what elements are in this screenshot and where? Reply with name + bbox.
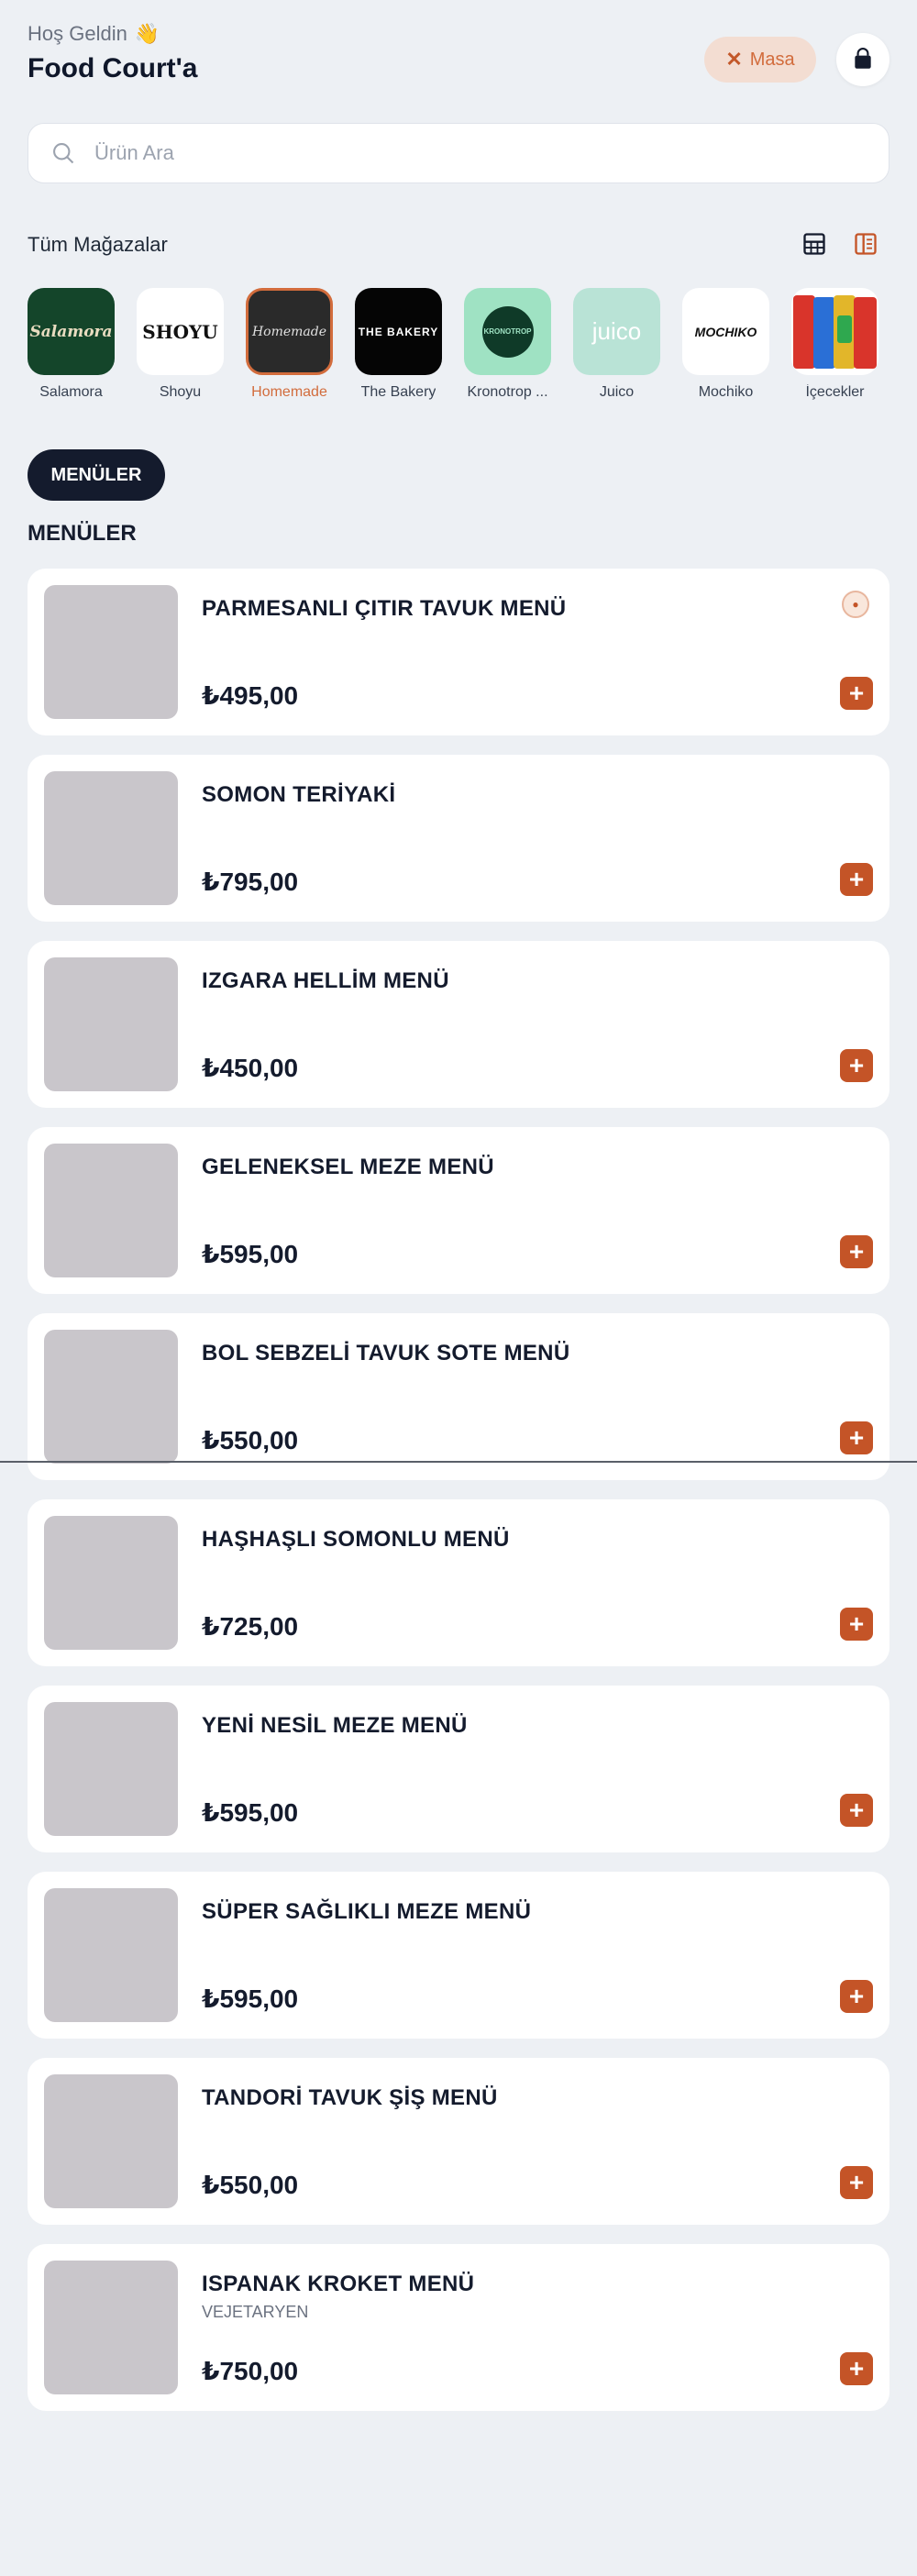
add-to-cart-button[interactable]: + bbox=[840, 1235, 873, 1268]
product-name: HAŞHAŞLI SOMONLU MENÜ bbox=[202, 1527, 510, 1552]
store-name: The Bakery bbox=[360, 384, 436, 400]
product-image bbox=[44, 2261, 178, 2394]
cart-button[interactable] bbox=[836, 33, 889, 86]
add-to-cart-button[interactable]: + bbox=[840, 2166, 873, 2199]
store-name: Homemade bbox=[251, 384, 327, 400]
product-tag: VEJETARYEN bbox=[202, 2303, 309, 2321]
product-name: GELENEKSEL MEZE MENÜ bbox=[202, 1155, 494, 1179]
store-mochiko[interactable]: MOCHIKO Mochiko bbox=[682, 288, 769, 401]
store-logo: THE BAKERY bbox=[355, 288, 442, 375]
menu-item-card[interactable]: GELENEKSEL MEZE MENÜ ₺595,00 + bbox=[28, 1127, 889, 1294]
product-price: ₺450,00 bbox=[202, 1054, 299, 1082]
product-image bbox=[44, 1330, 178, 1464]
store-name: Juico bbox=[599, 384, 635, 400]
view-toggle bbox=[801, 231, 878, 257]
product-name: BOL SEBZELİ TAVUK SOTE MENÜ bbox=[202, 1341, 570, 1365]
product-name: SOMON TERİYAKİ bbox=[202, 782, 396, 807]
add-to-cart-button[interactable]: + bbox=[840, 677, 873, 710]
product-price: ₺795,00 bbox=[202, 868, 299, 896]
product-price: ₺550,00 bbox=[202, 2171, 299, 2199]
product-image bbox=[44, 1888, 178, 2022]
store-icecekler[interactable]: İçecekler bbox=[791, 288, 878, 401]
menu-item-card[interactable]: SÜPER SAĞLIKLI MEZE MENÜ ₺595,00 + bbox=[28, 1872, 889, 2039]
product-name: PARMESANLI ÇITIR TAVUK MENÜ bbox=[202, 596, 567, 621]
menu-list: PARMESANLI ÇITIR TAVUK MENÜ ● ₺495,00 + … bbox=[28, 569, 889, 2430]
store-the-bakery[interactable]: THE BAKERY The Bakery bbox=[355, 288, 442, 401]
stores-title: Tüm Mağazalar bbox=[28, 233, 168, 256]
store-kronotrop[interactable]: KRONOTROP Kronotrop ... bbox=[464, 288, 551, 401]
store-logo: MOCHIKO bbox=[682, 288, 769, 375]
store-logo: Homemade bbox=[246, 288, 333, 375]
header: Hoş Geldin 👋 Food Court'a ✕ Masa bbox=[28, 22, 889, 95]
product-price: ₺725,00 bbox=[202, 1612, 299, 1641]
store-logo bbox=[791, 288, 878, 375]
store-list: Salamora Salamora SHOYU Shoyu Homemade H… bbox=[28, 288, 908, 401]
table-button[interactable]: ✕ Masa bbox=[704, 37, 816, 83]
product-name: SÜPER SAĞLIKLI MEZE MENÜ bbox=[202, 1899, 532, 1924]
store-shoyu[interactable]: SHOYU Shoyu bbox=[137, 288, 224, 401]
product-price: ₺495,00 bbox=[202, 681, 299, 710]
menu-item-card[interactable]: SOMON TERİYAKİ ₺795,00 + bbox=[28, 755, 889, 922]
menu-item-card[interactable]: IZGARA HELLİM MENÜ ₺450,00 + bbox=[28, 941, 889, 1108]
section-title: MENÜLER bbox=[28, 521, 137, 546]
list-layout-icon[interactable] bbox=[853, 231, 878, 257]
greeting-text: Hoş Geldin bbox=[28, 22, 127, 45]
product-name: IZGARA HELLİM MENÜ bbox=[202, 968, 449, 993]
add-to-cart-button[interactable]: + bbox=[840, 1794, 873, 1827]
product-price: ₺750,00 bbox=[202, 2357, 299, 2385]
menu-item-card[interactable]: ISPANAK KROKET MENÜ VEJETARYEN ₺750,00 + bbox=[28, 2244, 889, 2411]
product-image bbox=[44, 585, 178, 719]
add-to-cart-button[interactable]: + bbox=[840, 1421, 873, 1454]
product-price: ₺550,00 bbox=[202, 1426, 299, 1454]
product-price: ₺595,00 bbox=[202, 1985, 299, 2013]
product-image bbox=[44, 1144, 178, 1277]
store-logo: Salamora bbox=[28, 288, 115, 375]
product-name: ISPANAK KROKET MENÜ bbox=[202, 2272, 475, 2296]
add-to-cart-button[interactable]: + bbox=[840, 1608, 873, 1641]
product-image bbox=[44, 957, 178, 1091]
shopping-bag-icon bbox=[855, 48, 871, 69]
menu-item-card[interactable]: HAŞHAŞLI SOMONLU MENÜ ₺725,00 + bbox=[28, 1499, 889, 1666]
calculator-icon[interactable] bbox=[801, 231, 827, 257]
product-image bbox=[44, 1516, 178, 1650]
store-salamora[interactable]: Salamora Salamora bbox=[28, 288, 115, 401]
store-name: İçecekler bbox=[805, 384, 865, 400]
menu-item-card[interactable]: YENİ NESİL MEZE MENÜ ₺595,00 + bbox=[28, 1686, 889, 1852]
product-image bbox=[44, 771, 178, 905]
add-to-cart-button[interactable]: + bbox=[840, 1980, 873, 2013]
menu-item-card[interactable]: BOL SEBZELİ TAVUK SOTE MENÜ ₺550,00 + bbox=[28, 1313, 889, 1480]
product-image bbox=[44, 2074, 178, 2208]
fork-knife-icon: ✕ bbox=[725, 48, 743, 71]
menu-item-card[interactable]: PARMESANLI ÇITIR TAVUK MENÜ ● ₺495,00 + bbox=[28, 569, 889, 735]
page-fold-divider bbox=[0, 1461, 917, 1463]
store-juico[interactable]: juico Juico bbox=[573, 288, 660, 401]
store-logo: KRONOTROP bbox=[464, 288, 551, 375]
search-icon bbox=[53, 143, 74, 164]
search-bar[interactable] bbox=[28, 123, 889, 183]
product-price: ₺595,00 bbox=[202, 1798, 299, 1827]
product-image bbox=[44, 1702, 178, 1836]
store-name: Kronotrop ... bbox=[467, 384, 548, 400]
add-to-cart-button[interactable]: + bbox=[840, 1049, 873, 1082]
search-input[interactable] bbox=[94, 141, 889, 165]
store-homemade[interactable]: Homemade Homemade bbox=[246, 288, 333, 401]
category-pill-menuler[interactable]: MENÜLER bbox=[28, 449, 165, 501]
store-logo: SHOYU bbox=[137, 288, 224, 375]
waving-hand-icon: 👋 bbox=[134, 22, 160, 45]
store-logo: juico bbox=[573, 288, 660, 375]
store-name: Shoyu bbox=[159, 384, 202, 400]
menu-item-card[interactable]: TANDORİ TAVUK ŞİŞ MENÜ ₺550,00 + bbox=[28, 2058, 889, 2225]
add-to-cart-button[interactable]: + bbox=[840, 863, 873, 896]
product-name: YENİ NESİL MEZE MENÜ bbox=[202, 1713, 468, 1738]
product-price: ₺595,00 bbox=[202, 1240, 299, 1268]
drink-cans-icon bbox=[793, 295, 877, 369]
table-button-label: Masa bbox=[749, 49, 795, 70]
product-name: TANDORİ TAVUK ŞİŞ MENÜ bbox=[202, 2085, 498, 2110]
info-badge-icon: ● bbox=[842, 591, 869, 618]
store-name: Salamora bbox=[39, 384, 103, 400]
store-name: Mochiko bbox=[698, 384, 754, 400]
kronotrop-badge: KRONOTROP bbox=[481, 305, 534, 358]
add-to-cart-button[interactable]: + bbox=[840, 2352, 873, 2385]
